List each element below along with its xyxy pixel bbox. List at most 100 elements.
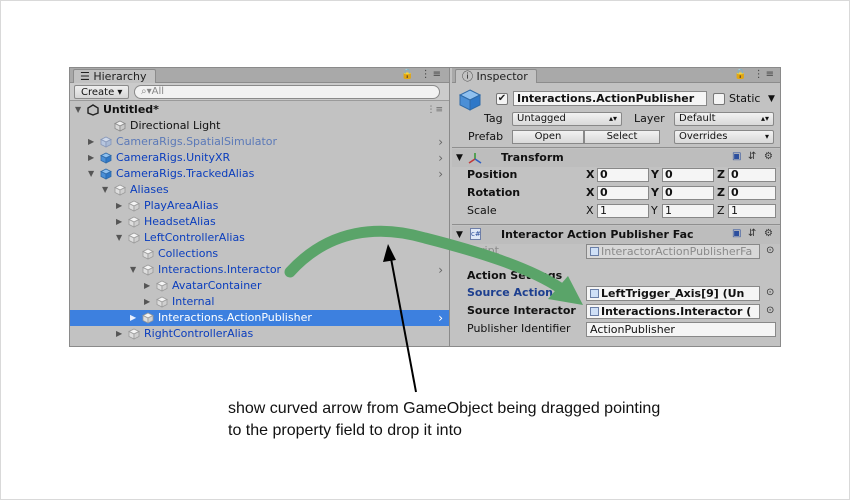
hierarchy-item[interactable]: ▶ CameraRigs.SpatialSimulator › <box>70 134 449 150</box>
position-label: Position <box>467 168 518 181</box>
hierarchy-item[interactable]: ▶ Internal <box>70 294 449 310</box>
hierarchy-item-label: Internal <box>172 295 215 308</box>
foldout-closed-icon[interactable]: ▶ <box>88 150 94 166</box>
help-book-icon[interactable]: ▣ <box>732 151 741 162</box>
script-field: InteractorActionPublisherFa <box>586 244 760 259</box>
hierarchy-item-label: Directional Light <box>130 119 221 132</box>
source-action-value: LeftTrigger_Axis[9] (Un <box>601 287 745 300</box>
gameobject-cube-icon <box>128 232 140 244</box>
position-z-field[interactable]: 0 <box>728 168 776 182</box>
rotation-x-field[interactable]: 0 <box>597 186 649 200</box>
foldout-closed-icon[interactable]: ▶ <box>116 326 122 342</box>
help-book-icon[interactable]: ▣ <box>732 228 741 239</box>
gear-icon[interactable]: ⚙ <box>764 151 773 162</box>
hierarchy-search-input[interactable]: ⌕▾All <box>134 85 440 99</box>
object-picker-icon[interactable]: ⊙ <box>766 305 774 316</box>
object-picker-icon[interactable]: ⊙ <box>766 287 774 298</box>
hierarchy-item[interactable]: ▶ CameraRigs.UnityXR › <box>70 150 449 166</box>
open-prefab-chevron-icon[interactable]: › <box>438 262 443 278</box>
transform-header[interactable]: ▼ Transform ▣ ⇵ ⚙ <box>452 149 780 167</box>
create-button[interactable]: Create ▾ <box>74 85 130 99</box>
hierarchy-item[interactable]: Collections <box>70 246 449 262</box>
tab-hierarchy[interactable]: ☰ Hierarchy <box>73 69 156 83</box>
foldout-open-icon[interactable]: ▼ <box>88 166 94 182</box>
publisher-component-header[interactable]: ▼ c# Interactor Action Publisher Fac ▣ ⇵… <box>452 226 780 244</box>
hierarchy-item[interactable]: ▶ Interactions.ActionPublisher › <box>70 310 449 326</box>
object-icon <box>590 307 599 316</box>
position-y-field[interactable]: 0 <box>662 168 714 182</box>
action-settings-label: Action Settings <box>467 269 563 282</box>
object-name-field[interactable]: Interactions.ActionPublisher <box>513 91 707 106</box>
foldout-open-icon[interactable]: ▼ <box>130 262 136 278</box>
scene-row[interactable]: ▼ Untitled* ⋮≡ <box>70 102 449 118</box>
hierarchy-item[interactable]: ▶ HeadsetAlias <box>70 214 449 230</box>
prefab-open-button[interactable]: Open <box>512 130 584 144</box>
hierarchy-item[interactable]: ▼ Interactions.Interactor › <box>70 262 449 278</box>
open-prefab-chevron-icon[interactable]: › <box>438 150 443 166</box>
scene-name: Untitled* <box>103 103 159 116</box>
layer-dropdown[interactable]: Default ▴▾ <box>674 112 774 126</box>
axis-z-label: Z <box>717 168 725 181</box>
hierarchy-item[interactable]: ▼ CameraRigs.TrackedAlias › <box>70 166 449 182</box>
static-checkbox[interactable] <box>713 93 725 105</box>
foldout-closed-icon[interactable]: ▶ <box>144 294 150 310</box>
axis-y-label: Y <box>651 204 658 217</box>
divider <box>452 147 780 148</box>
hierarchy-item[interactable]: ▶ AvatarContainer <box>70 278 449 294</box>
hierarchy-item[interactable]: ▶ RightControllerAlias <box>70 326 449 342</box>
gear-icon[interactable]: ⚙ <box>764 228 773 239</box>
gameobject-cube-icon <box>142 264 154 276</box>
foldout-closed-icon[interactable]: ▶ <box>116 214 122 230</box>
tab-inspector[interactable]: ⓘ Inspector <box>455 69 537 83</box>
inspector-panel: ⓘ Inspector 🔒 ⋮≡ ✔ Interactions.ActionPu… <box>452 68 780 346</box>
publisher-identifier-field[interactable]: ActionPublisher <box>586 322 776 337</box>
foldout-open-icon[interactable]: ▼ <box>116 230 122 246</box>
rotation-z-field[interactable]: 0 <box>728 186 776 200</box>
rotation-y-field[interactable]: 0 <box>662 186 714 200</box>
tab-hierarchy-label: Hierarchy <box>93 70 147 83</box>
dropdown-arrow-icon: ▾ <box>764 132 769 141</box>
static-dropdown-icon[interactable]: ▼ <box>768 92 775 106</box>
tag-dropdown[interactable]: Untagged ▴▾ <box>512 112 622 126</box>
open-prefab-chevron-icon[interactable]: › <box>438 134 443 150</box>
hierarchy-item[interactable]: ▼ LeftControllerAlias <box>70 230 449 246</box>
scale-z-field[interactable]: 1 <box>728 204 776 218</box>
prefab-select-button[interactable]: Select <box>584 130 660 144</box>
object-picker-icon: ⊙ <box>766 245 775 256</box>
foldout-open-icon[interactable]: ▼ <box>75 102 81 118</box>
scene-menu-icon[interactable]: ⋮≡ <box>426 102 443 118</box>
foldout-open-icon[interactable]: ▼ <box>456 228 463 242</box>
presets-icon[interactable]: ⇵ <box>748 228 756 239</box>
hierarchy-item-label: Interactions.Interactor <box>158 263 282 276</box>
prefab-cube-icon <box>100 152 112 164</box>
foldout-open-icon[interactable]: ▼ <box>456 151 463 165</box>
gameobject-cube-icon <box>128 328 140 340</box>
position-x-field[interactable]: 0 <box>597 168 649 182</box>
prefab-overrides-dropdown[interactable]: Overrides ▾ <box>674 130 774 144</box>
source-action-field[interactable]: LeftTrigger_Axis[9] (Un <box>586 286 760 301</box>
axis-y-label: Y <box>651 186 659 199</box>
foldout-open-icon[interactable]: ▼ <box>102 182 108 198</box>
foldout-closed-icon[interactable]: ▶ <box>144 278 150 294</box>
overrides-label: Overrides <box>679 131 728 142</box>
hierarchy-toolbar: Create ▾ ⌕▾All <box>70 83 449 101</box>
open-prefab-chevron-icon[interactable]: › <box>438 166 443 182</box>
scale-x-field[interactable]: 1 <box>597 204 649 218</box>
hierarchy-item[interactable]: ▶ PlayAreaAlias <box>70 198 449 214</box>
tab-inspector-label: Inspector <box>476 70 528 83</box>
active-checkbox[interactable]: ✔ <box>496 93 508 105</box>
open-prefab-chevron-icon[interactable]: › <box>438 310 443 326</box>
tab-options-icon[interactable]: 🔒 ⋮≡ <box>734 69 776 80</box>
foldout-closed-icon[interactable]: ▶ <box>116 198 122 214</box>
presets-icon[interactable]: ⇵ <box>748 151 756 162</box>
foldout-closed-icon[interactable]: ▶ <box>130 310 136 326</box>
script-label: Script <box>467 244 499 257</box>
foldout-closed-icon[interactable]: ▶ <box>88 134 94 150</box>
dropdown-arrow-icon: ▴▾ <box>608 114 617 123</box>
hierarchy-item[interactable]: Directional Light <box>70 118 449 134</box>
info-icon: ⓘ <box>462 70 477 83</box>
scale-y-field[interactable]: 1 <box>662 204 714 218</box>
tab-options-icon[interactable]: 🔒 ⋮≡ <box>401 69 443 80</box>
source-interactor-field[interactable]: Interactions.Interactor ( <box>586 304 760 319</box>
hierarchy-item[interactable]: ▼ Aliases <box>70 182 449 198</box>
